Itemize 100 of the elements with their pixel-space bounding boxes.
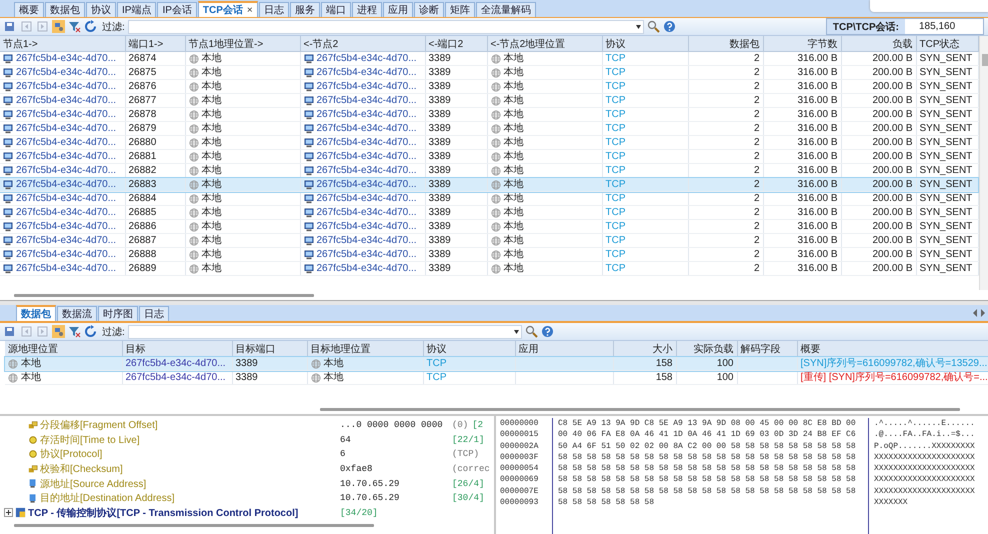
tree-item[interactable]: 校验和[Checksum] 0xfae8 (correc [0,462,494,476]
filter-icon[interactable] [68,325,81,338]
session-row[interactable]: 267fc5b4-e34c-4d70... 26883 本地 267fc5b4-e34c-4d70... 3389 本地 TCP 2 316.00 B 200.00 B SYN_SENT [0,178,978,192]
tab[interactable]: TCP会话 × [198,1,258,17]
column-header[interactable]: 目标地理位置 [307,341,423,356]
filter-icon[interactable] [68,20,81,33]
tab[interactable]: 协议 [86,2,116,17]
tab[interactable]: IP会话 [157,2,197,17]
session-row[interactable]: 267fc5b4-e34c-4d70... 26887 本地 267fc5b4-e34c-4d70... 3389 本地 TCP 2 316.00 B 200.00 B SYN_SENT [0,234,978,248]
save-icon[interactable] [4,325,17,338]
ascii-text: XXXXXXXXXXXXXXXXXXXXX [874,452,976,464]
tab[interactable]: IP端点 [117,2,156,17]
dropdown-caret-icon[interactable] [636,24,641,28]
computer-icon [3,124,13,134]
network-icon[interactable] [52,325,65,338]
refresh-icon[interactable] [84,325,97,338]
session-row[interactable]: 267fc5b4-e34c-4d70... 26888 本地 267fc5b4-e34c-4d70... 3389 本地 TCP 2 316.00 B 200.00 B SYN_SENT [0,248,978,262]
column-header[interactable]: 字节数 [763,36,841,52]
tab[interactable]: 概要 [14,2,44,17]
column-header[interactable]: <-节点2 [300,36,425,52]
field-note: (correc [452,464,490,474]
search-icon[interactable] [646,20,660,33]
column-header[interactable]: TCP状态 [916,36,978,52]
session-row[interactable]: 267fc5b4-e34c-4d70... 26880 本地 267fc5b4-e34c-4d70... 3389 本地 TCP 2 316.00 B 200.00 B SYN_SENT [0,136,978,150]
tab[interactable]: 日志 [258,2,289,17]
tab[interactable]: 进程 [352,2,382,17]
column-header[interactable]: 目标端口 [232,341,307,356]
session-row[interactable]: 267fc5b4-e34c-4d70... 26881 本地 267fc5b4-e34c-4d70... 3389 本地 TCP 2 316.00 B 200.00 B SYN_SENT [0,150,978,164]
session-row[interactable]: 267fc5b4-e34c-4d70... 26876 本地 267fc5b4-e34c-4d70... 3389 本地 TCP 2 316.00 B 200.00 B SYN_SENT [0,80,978,94]
help-icon[interactable] [662,20,676,33]
tab[interactable]: 服务 [290,2,320,17]
tab[interactable]: 数据包 [45,2,85,17]
session-row[interactable]: 267fc5b4-e34c-4d70... 26882 本地 267fc5b4-e34c-4d70... 3389 本地 TCP 2 316.00 B 200.00 B SYN_SENT [0,164,978,178]
tree-item[interactable]: 存活时间[Time to Live] 64 [22/1] [0,432,494,448]
close-icon[interactable]: × [246,4,253,16]
dropdown-caret-icon[interactable] [514,330,519,334]
computer-icon [3,208,13,218]
column-header[interactable]: 数据包 [688,36,763,52]
session-row[interactable]: 267fc5b4-e34c-4d70... 26877 本地 267fc5b4-e34c-4d70... 3389 本地 TCP 2 316.00 B 200.00 B SYN_SENT [0,94,978,108]
tab[interactable]: 时序图 [98,306,138,321]
column-header[interactable]: 实际负载 [676,341,737,356]
column-header[interactable]: 目标 [122,341,232,356]
tree-item[interactable]: 源地址[Source Address] 10.70.65.29 [26/4] [0,476,494,491]
location-text: 本地 [504,192,524,204]
tab[interactable]: 矩阵 [444,2,475,17]
tree-item[interactable]: TCP - 传输控制协议[TCP - Transmission Control Protocol] [34/20] [0,505,494,520]
session-row[interactable]: 267fc5b4-e34c-4d70... 26886 本地 267fc5b4-e34c-4d70... 3389 本地 TCP 2 316.00 B 200.00 B SYN_SENT [0,220,978,234]
scrollbar[interactable] [978,36,988,290]
column-header[interactable]: 概要 [797,341,988,356]
session-row[interactable]: 267fc5b4-e34c-4d70... 26889 本地 267fc5b4-e34c-4d70... 3389 本地 TCP 2 316.00 B 200.00 B SYN_SENT [0,262,978,276]
ascii-text: P.oQP.......XXXXXXXXX [874,440,976,452]
scrollbar[interactable] [320,408,960,410]
key-icon [28,464,38,474]
tree-item[interactable]: 目的地址[Destination Address] 10.70.65.29 [30/4] [0,490,494,506]
packet-row[interactable]: 本地 267fc5b4-e34c-4d70... 3389 本地 TCP 158 100 [SYN]序列号=616099782,确认号=13529... [5,356,988,370]
globe-icon [490,166,500,176]
location-text: 本地 [504,94,524,106]
tab[interactable]: 日志 [139,306,169,321]
network-icon[interactable] [52,20,65,33]
save-icon[interactable] [4,20,17,33]
expand-icon[interactable] [4,508,13,518]
globe-icon [490,222,500,232]
tab[interactable]: 端口 [320,2,351,17]
column-header[interactable]: 解码字段 [737,341,797,356]
session-row[interactable]: 267fc5b4-e34c-4d70... 26885 本地 267fc5b4-e34c-4d70... 3389 本地 TCP 2 316.00 B 200.00 B SYN_SENT [0,206,978,220]
search-icon[interactable] [524,325,538,338]
tab[interactable]: 应用 [382,2,413,17]
session-row[interactable]: 267fc5b4-e34c-4d70... 26875 本地 267fc5b4-e34c-4d70... 3389 本地 TCP 2 316.00 B 200.00 B SYN_SENT [0,66,978,80]
computer-icon [304,68,314,78]
column-header[interactable]: 端口1-> [125,36,185,52]
table-cell: 200.00 B [841,178,916,192]
column-header[interactable]: 源地理位置 [5,341,122,356]
column-header[interactable]: 协议 [602,36,688,52]
tab[interactable]: 诊断 [414,2,444,17]
help-icon[interactable] [540,325,554,338]
column-header[interactable]: 节点1地理位置-> [185,36,300,52]
tab[interactable]: 数据流 [57,306,97,321]
session-row[interactable]: 267fc5b4-e34c-4d70... 26878 本地 267fc5b4-e34c-4d70... 3389 本地 TCP 2 316.00 B 200.00 B SYN_SENT [0,108,978,122]
filter-field[interactable] [128,20,644,34]
filter-field[interactable] [128,324,522,338]
tab[interactable]: 全流量解码 [476,2,536,17]
scroll-arrows-icon[interactable] [972,309,986,317]
column-header[interactable]: <-端口2 [425,36,487,52]
scrollbar[interactable] [14,524,374,527]
column-header[interactable]: <-节点2地理位置 [487,36,602,52]
session-row[interactable]: 267fc5b4-e34c-4d70... 26879 本地 267fc5b4-e34c-4d70... 3389 本地 TCP 2 316.00 B 200.00 B SYN_SENT [0,122,978,136]
session-row[interactable]: 267fc5b4-e34c-4d70... 26874 本地 267fc5b4-e34c-4d70... 3389 本地 TCP 2 316.00 B 200.00 B SYN_SENT [0,52,978,66]
refresh-icon[interactable] [84,20,97,33]
computer-icon [304,54,314,64]
tab[interactable]: 数据包 [16,305,56,321]
column-header[interactable]: 应用 [515,341,613,356]
node-name: 267fc5b4-e34c-4d70... [16,192,116,204]
hex-bytes: 50 A4 6F 51 50 02 02 00 8A C2 00 00 58 58 58 58 58 58 58 58 58 [558,440,857,452]
column-header[interactable]: 大小 [613,341,676,356]
tree-item[interactable]: 分段偏移[Fragment Offset] ...0 0000 0000 0000 (0) [2 [0,418,494,433]
column-header[interactable]: 协议 [423,341,515,356]
column-header[interactable]: 节点1-> [0,36,125,52]
column-header[interactable]: 负载 [841,36,916,52]
scrollbar[interactable] [14,294,314,296]
tree-item[interactable]: 协议[Protocol] 6 (TCP) [0,447,494,462]
